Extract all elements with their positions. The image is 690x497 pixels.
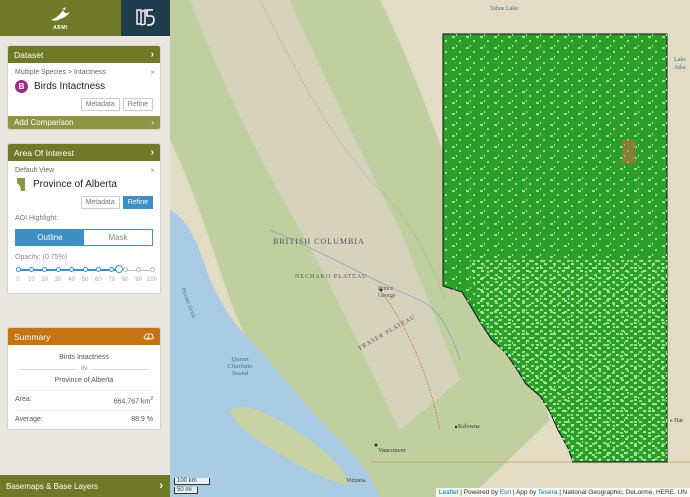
outline-option[interactable]: Outline [16, 230, 84, 245]
map-view[interactable]: BRITISH COLUMBIA NECHAKO PLATEAU FRASER … [170, 0, 690, 497]
summary-panel: Summary Birds Intactness IN Province of … [7, 327, 161, 431]
cloud-download-icon[interactable] [143, 332, 154, 341]
slider-step-dot[interactable] [55, 267, 61, 272]
dataset-header[interactable]: Dataset › [8, 46, 160, 63]
dataset-metadata-button[interactable]: Metadata [80, 98, 120, 111]
summary-average-row: Average: 88.9 % [15, 410, 153, 429]
slider-step-dot[interactable] [149, 267, 155, 272]
summary-header[interactable]: Summary [8, 328, 160, 345]
chevron-right-icon: › [151, 118, 154, 127]
dataset-card: × Multiple Species > Intactness B Birds … [8, 63, 160, 111]
basemaps-label: Basemaps & Base Layers [6, 481, 99, 491]
label-kelowna: Kelowna [458, 424, 480, 430]
slider-tick-label: 30 [54, 277, 62, 283]
dataset-breadcrumb: Multiple Species > Intactness [15, 69, 106, 76]
chevron-right-icon: › [159, 480, 163, 492]
map-canvas[interactable] [170, 0, 690, 497]
aoi-card: × Default View Province of Alberta Metad… [8, 161, 160, 209]
bird-logo-icon [50, 6, 70, 21]
dataset-header-label: Dataset [14, 49, 44, 60]
slider-tick-label: 20 [41, 277, 49, 283]
esri-link[interactable]: Esri [500, 489, 511, 496]
slider-tick-label: 100 [146, 277, 158, 283]
slider-tick-label: 50 [81, 277, 89, 283]
area-value: 664,767 km2 [113, 396, 153, 406]
aoi-header[interactable]: Area Of Interest › [8, 144, 160, 161]
scale-bar-mi: 50 mi [174, 487, 198, 494]
aoi-header-label: Area Of Interest [14, 147, 74, 158]
leaflet-link[interactable]: Leaflet [439, 489, 459, 496]
summary-area-row: Area: 664,767 km2 [15, 390, 153, 410]
slider-tick-label: 90 [135, 277, 142, 283]
slider-step-dot[interactable] [122, 267, 128, 272]
dataset-title: Birds Intactness [34, 81, 106, 92]
slider-tick-label: 40 [68, 277, 75, 283]
scale-bar-km: 100 km [174, 478, 210, 485]
aoi-sub: Default View [15, 167, 55, 174]
summary-header-label: Summary [14, 331, 51, 342]
label-tahoe: Tahoe Lake [490, 6, 519, 12]
chevron-right-icon: › [150, 147, 154, 158]
slider-step-dot[interactable] [136, 267, 142, 272]
chevron-right-icon: › [150, 49, 154, 60]
province-shape-icon [17, 178, 25, 191]
slider-step-dot[interactable] [95, 267, 101, 272]
label-medicine-hat: e Hat [670, 418, 683, 424]
slider-tick-label: 60 [95, 277, 102, 283]
slider-step-dot[interactable] [28, 267, 34, 272]
aoi-highlight-toggle: Outline Mask [15, 229, 153, 246]
slider-step-dot[interactable] [69, 267, 75, 272]
close-icon[interactable]: × [150, 166, 155, 175]
abmi-logo[interactable]: ABMI [0, 0, 121, 36]
opacity-slider[interactable] [15, 265, 155, 275]
label-bc: BRITISH COLUMBIA [273, 237, 365, 246]
slider-step-dot[interactable] [42, 267, 48, 272]
area-of-interest-panel: Area Of Interest › × Default View Provin… [7, 143, 161, 294]
area-label: Area: [15, 396, 32, 403]
layers-menu-button[interactable] [121, 0, 170, 36]
slider-step-dot[interactable] [15, 267, 21, 272]
label-vancouver: Vancouver [378, 447, 406, 454]
map-number-icon [135, 8, 155, 26]
summary-in: IN [15, 366, 153, 372]
slider-tick-label: 70 [108, 277, 116, 283]
tesera-link[interactable]: Tesera [538, 489, 558, 496]
slider-knob[interactable] [114, 265, 123, 273]
summary-card: Birds Intactness IN Province of Alberta … [8, 345, 160, 429]
basemaps-button[interactable]: Basemaps & Base Layers › [0, 475, 170, 497]
slider-tick-label: 80 [121, 277, 129, 283]
close-icon[interactable]: × [150, 68, 155, 77]
label-nechako: NECHAKO PLATEAU [295, 274, 368, 280]
logo-text: ABMI [53, 24, 68, 31]
average-label: Average: [15, 416, 43, 424]
label-lake: Lake Atha [674, 57, 686, 71]
summary-dataset: Birds Intactness [59, 354, 109, 361]
label-queen-charlotte: Queen Charlotte Sound [227, 356, 253, 377]
slider-tick-label: 0 [16, 277, 20, 283]
dataset-refine-button[interactable]: Refine [122, 98, 153, 111]
aoi-metadata-button[interactable]: Metadata [80, 196, 120, 209]
top-bar: ABMI [0, 0, 170, 36]
dataset-badge-icon: B [15, 80, 28, 93]
add-comparison-button[interactable]: Add Comparison › [8, 116, 160, 129]
aoi-title: Province of Alberta [33, 179, 117, 190]
slider-tick-label: 10 [28, 277, 35, 283]
map-attribution: Leaflet | Powered by Esri | App by Teser… [435, 488, 690, 497]
dataset-panel: Dataset › × Multiple Species > Intactnes… [7, 45, 161, 130]
sidebar: ABMI Dataset › × Multiple Species > Inta… [0, 0, 170, 497]
summary-area-name: Province of Alberta [54, 377, 114, 384]
label-prince-george: Prince George [378, 286, 396, 299]
aoi-highlight-label: AOI Highlight: [15, 215, 59, 222]
slider-step-dot[interactable] [109, 267, 115, 272]
mask-option[interactable]: Mask [84, 230, 152, 245]
opacity-label: Opacity: (0.75%) [15, 254, 68, 261]
average-value: 88.9 % [131, 416, 153, 424]
slider-step-dot[interactable] [82, 267, 88, 272]
aoi-refine-button[interactable]: Refine [122, 196, 153, 209]
slider-ticks: 0 10 20 30 40 50 60 70 80 90 100 [15, 277, 157, 285]
label-victoria: Victoria [346, 478, 366, 484]
add-comparison-label: Add Comparison [14, 118, 74, 127]
